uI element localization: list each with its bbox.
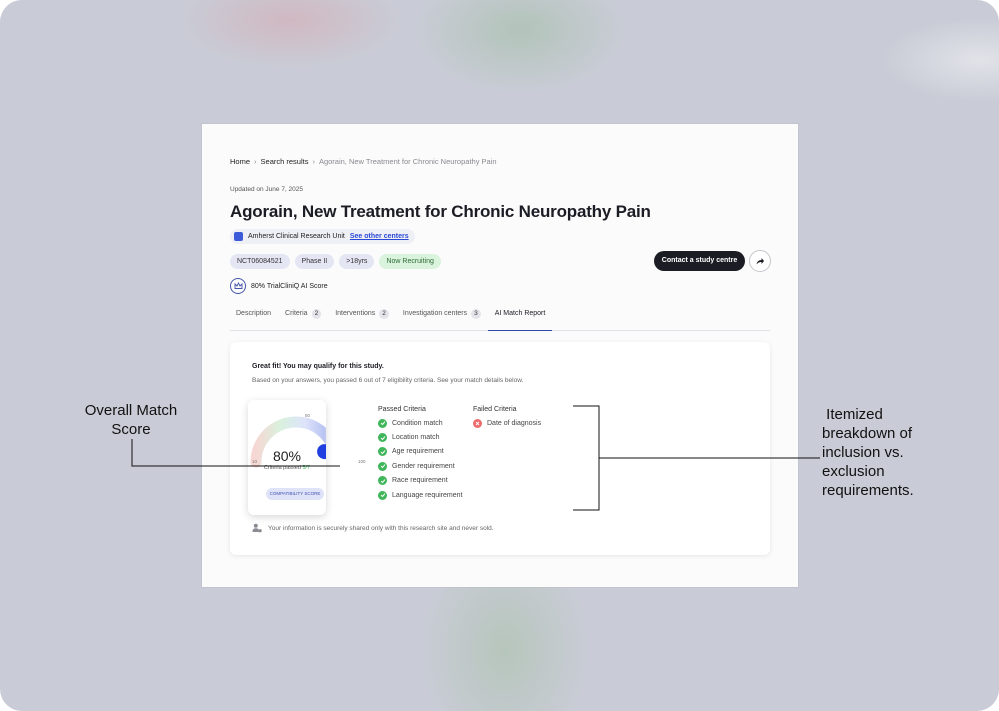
callout-text: exclusion [822,463,885,480]
callout-text: inclusion vs. [822,444,904,461]
callout-lines [131,405,820,511]
callout-text: Overall Match [84,402,178,419]
callout-text: breakdown of [822,425,913,442]
callout-overall-match-score: Overall Match Score [78,401,184,439]
callout-itemized-breakdown: Itemized breakdown of inclusion vs. excl… [822,405,914,500]
callout-text: requirements. [822,482,914,499]
callout-text: Score [111,421,151,438]
callout-text: Itemized [822,406,883,423]
presentation-background: Home › Search results › Agorain, New Treatme… [0,0,999,711]
